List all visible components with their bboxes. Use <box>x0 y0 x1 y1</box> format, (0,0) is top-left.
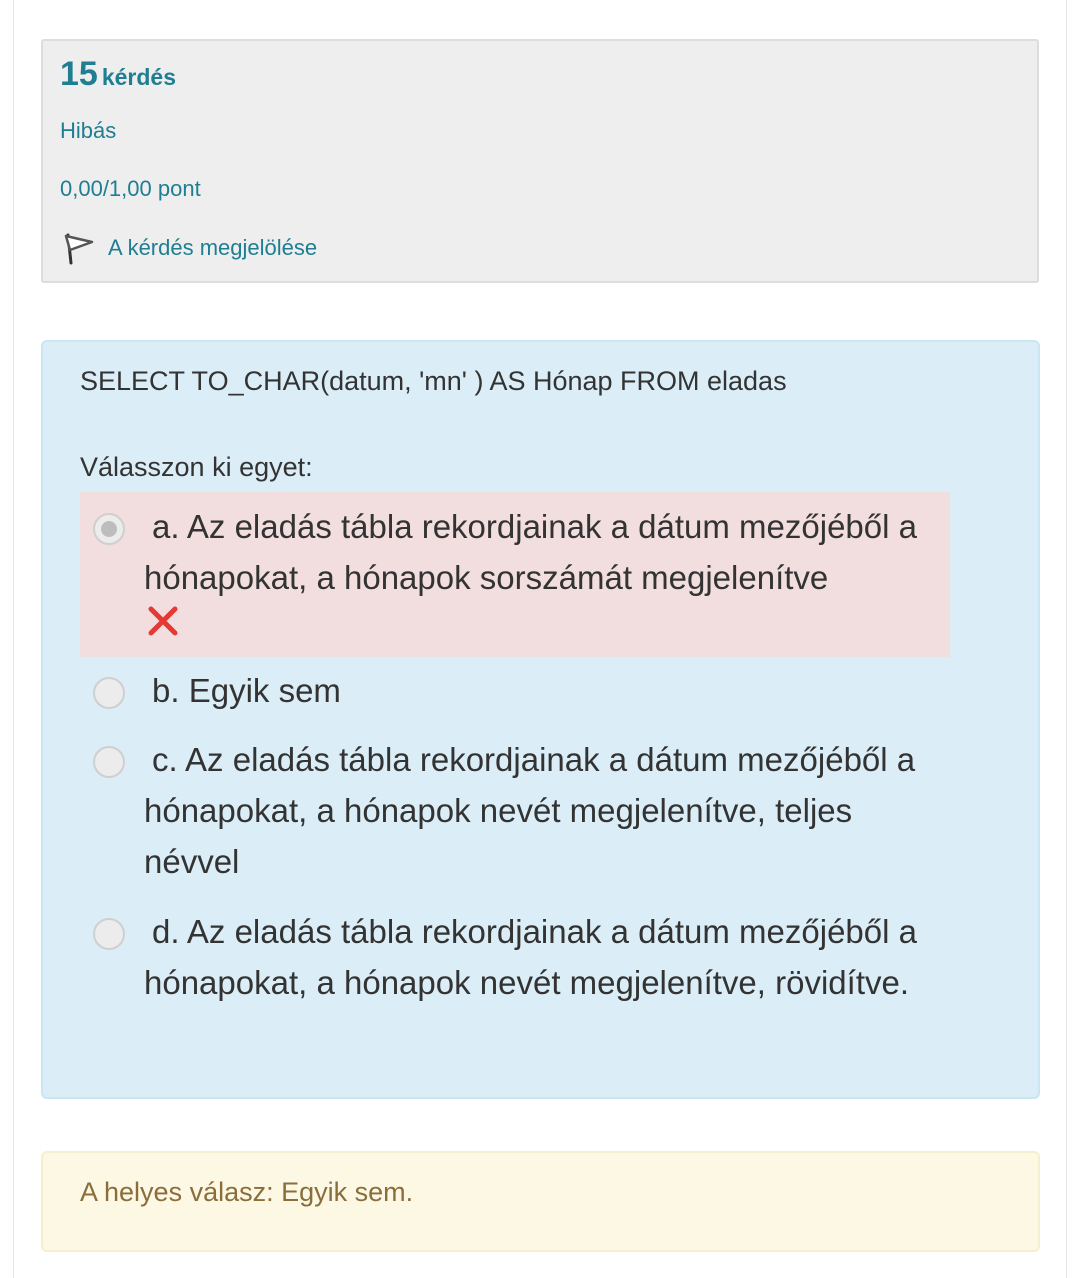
answer-letter-a: a. <box>152 508 180 545</box>
answer-label-a: Az eladás tábla rekordjainak a dátum mez… <box>144 508 917 596</box>
question-number-word: kérdés <box>101 64 176 90</box>
answer-label-c: Az eladás tábla rekordjainak a dátum mez… <box>144 741 916 880</box>
feedback-panel: A helyes válasz: Egyik sem. <box>41 1151 1040 1252</box>
page-border-right <box>1066 0 1067 1278</box>
answer-radio-d[interactable] <box>93 918 125 950</box>
answer-letter-d: d. <box>152 913 180 950</box>
answer-radio-b[interactable] <box>93 677 125 709</box>
question-text: SELECT TO_CHAR(datum, 'mn' ) AS Hónap FR… <box>80 366 787 396</box>
question-number-value: 15 <box>60 55 98 93</box>
answer-prompt: Válasszon ki egyet: <box>80 452 313 482</box>
question-info-panel: 15 kérdés Hibás 0,00/1,00 pont A kérdés m… <box>41 39 1039 283</box>
answer-text-a: a. Az eladás tábla rekordjainak a dátum … <box>144 501 954 603</box>
question-content-panel: SELECT TO_CHAR(datum, 'mn' ) AS Hónap FR… <box>41 340 1040 1099</box>
answer-option-a[interactable]: a. Az eladás tábla rekordjainak a dátum … <box>80 492 950 657</box>
answer-letter-b: b. <box>152 672 180 709</box>
page-border-left <box>13 0 14 1278</box>
answer-option-b[interactable]: b. Egyik sem <box>80 662 950 724</box>
flag-question-label: A kérdés megjelölése <box>108 235 318 260</box>
answer-radio-c[interactable] <box>93 746 125 778</box>
answer-text-c: c. Az eladás tábla rekordjainak a dátum … <box>144 734 954 887</box>
right-answer-text: A helyes válasz: Egyik sem. <box>80 1177 414 1207</box>
answer-option-d[interactable]: d. Az eladás tábla rekordjainak a dátum … <box>80 904 950 1066</box>
answer-label-d: Az eladás tábla rekordjainak a dátum mez… <box>144 913 917 1001</box>
question-grade: 0,00/1,00 pont <box>60 176 201 201</box>
answer-option-c[interactable]: c. Az eladás tábla rekordjainak a dátum … <box>80 732 950 894</box>
flag-icon <box>64 233 94 265</box>
incorrect-x-icon <box>148 606 178 636</box>
answer-letter-c: c. <box>152 741 178 778</box>
flag-question-link[interactable]: A kérdés megjelölése <box>60 231 317 265</box>
answer-text-d: d. Az eladás tábla rekordjainak a dátum … <box>144 906 954 1008</box>
question-state: Hibás <box>60 118 117 143</box>
answer-text-b: b. Egyik sem <box>144 665 954 716</box>
question-number: 15 kérdés <box>60 55 176 94</box>
answer-radio-a[interactable] <box>93 513 125 545</box>
answer-label-b: Egyik sem <box>188 672 341 709</box>
